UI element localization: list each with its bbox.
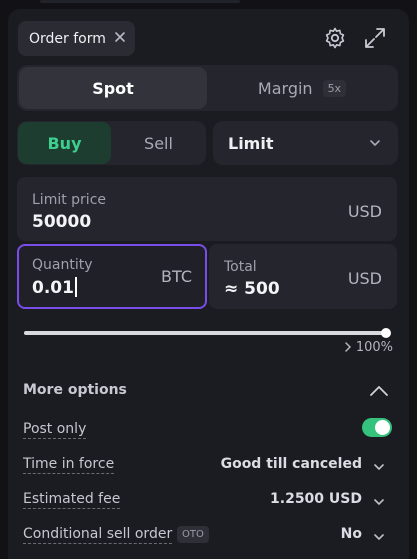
- quantity-field[interactable]: Quantity 0.01 BTC: [17, 244, 207, 309]
- post-only-toggle[interactable]: [362, 418, 392, 437]
- sell-label: Sell: [144, 133, 173, 153]
- tab-margin-label: Margin: [257, 78, 313, 98]
- quantity-unit: BTC: [161, 267, 192, 286]
- chevron-down-icon[interactable]: [372, 459, 386, 478]
- order-type-select[interactable]: Limit: [213, 121, 398, 165]
- estimated-fee-row: Estimated fee 1.2500 USD: [23, 491, 390, 513]
- leverage-badge: 5x: [322, 79, 347, 97]
- time-in-force-value[interactable]: Good till canceled: [221, 456, 362, 472]
- tab-spot-label: Spot: [92, 78, 134, 98]
- quantity-value: 0.01: [32, 277, 77, 298]
- gear-icon[interactable]: [323, 26, 347, 50]
- chevron-down-icon: [368, 135, 382, 154]
- quantity-value-text: 0.01: [32, 278, 74, 298]
- post-only-row: Post only: [23, 418, 392, 443]
- text-caret: [74, 277, 77, 297]
- time-in-force-row: Time in force Good till canceled: [23, 456, 390, 478]
- quantity-label: Quantity: [32, 257, 93, 273]
- slider-fill: [24, 331, 387, 335]
- conditional-sell-value[interactable]: No: [341, 526, 362, 542]
- slider-percent: 100%: [344, 340, 393, 355]
- more-options-title[interactable]: More options: [23, 382, 127, 398]
- chevron-up-icon[interactable]: [368, 380, 390, 406]
- order-type-value: Limit: [228, 133, 274, 153]
- estimated-fee-label: Estimated fee: [23, 491, 121, 509]
- limit-price-unit: USD: [347, 202, 382, 221]
- post-only-label: Post only: [23, 421, 87, 439]
- tab-spot[interactable]: Spot: [19, 67, 207, 109]
- buy-button[interactable]: Buy: [18, 122, 111, 164]
- mode-tabs: Spot Margin 5x: [17, 65, 398, 111]
- total-label: Total: [224, 259, 257, 275]
- slider-percent-label: 100%: [355, 340, 393, 355]
- tab-margin[interactable]: Margin 5x: [208, 67, 396, 109]
- side-toggle: Buy Sell: [17, 121, 206, 165]
- limit-price-field[interactable]: Limit price 50000 USD: [17, 177, 397, 241]
- order-form-tab[interactable]: Order form: [18, 21, 135, 56]
- time-in-force-label: Time in force: [23, 456, 115, 474]
- total-unit: USD: [347, 269, 382, 288]
- expand-icon[interactable]: [363, 26, 387, 50]
- limit-price-label: Limit price: [32, 192, 106, 208]
- conditional-sell-label: Conditional sell order: [23, 526, 173, 544]
- toggle-knob: [375, 420, 390, 435]
- buy-label: Buy: [47, 133, 82, 153]
- slider-handle[interactable]: [381, 328, 391, 338]
- total-field[interactable]: Total ≈ 500 USD: [209, 244, 397, 309]
- chevron-down-icon[interactable]: [372, 529, 386, 548]
- close-icon[interactable]: [114, 31, 126, 47]
- oto-badge: OTO: [177, 526, 209, 543]
- order-form-tab-label: Order form: [29, 30, 106, 47]
- estimated-fee-value[interactable]: 1.2500 USD: [270, 491, 362, 507]
- quantity-slider[interactable]: [24, 331, 387, 335]
- top-divider: [40, 0, 240, 3]
- conditional-sell-row: Conditional sell order OTO No: [23, 526, 390, 548]
- limit-price-value: 50000: [32, 212, 92, 232]
- sell-button[interactable]: Sell: [112, 122, 205, 164]
- total-value: ≈ 500: [224, 279, 280, 299]
- chevron-down-icon[interactable]: [372, 494, 386, 513]
- chevron-right-icon: [345, 342, 351, 352]
